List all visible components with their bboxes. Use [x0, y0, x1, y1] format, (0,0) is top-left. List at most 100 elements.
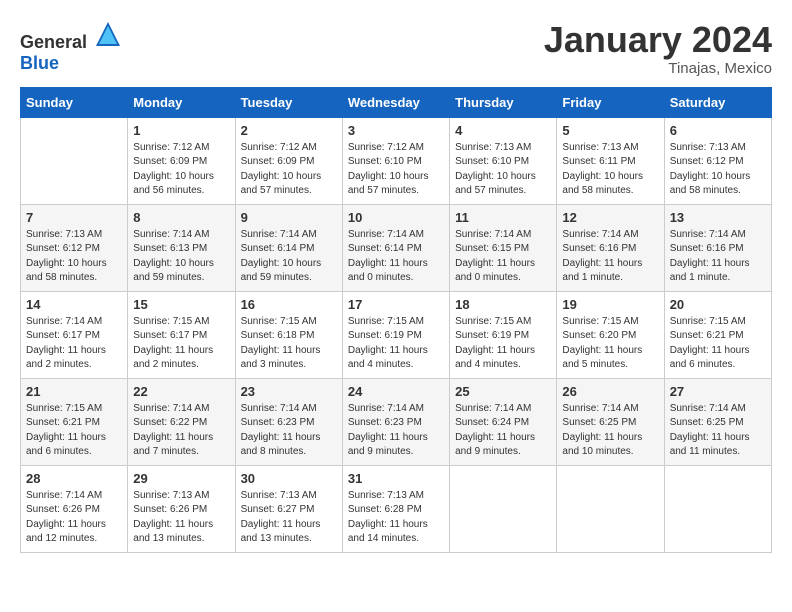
calendar-cell: 15Sunrise: 7:15 AMSunset: 6:17 PMDayligh… [128, 291, 235, 378]
week-row-2: 7 Sunrise: 7:13 AMSunset: 6:12 PMDaylight… [21, 204, 772, 291]
day-number: 26 [562, 384, 658, 399]
day-number: 1 [133, 123, 229, 138]
day-number: 12 [562, 210, 658, 225]
day-number: 13 [670, 210, 766, 225]
day-number: 2 [241, 123, 337, 138]
calendar-cell: 28 Sunrise: 7:14 AMSunset: 6:26 PMDayligh… [21, 465, 128, 552]
calendar-cell: 13 Sunrise: 7:14 AMSunset: 6:16 PMDayligh… [664, 204, 771, 291]
calendar-cell: 27Sunrise: 7:14 AMSunset: 6:25 PMDayligh… [664, 378, 771, 465]
day-header-monday: Monday [128, 87, 235, 117]
day-header-friday: Friday [557, 87, 664, 117]
cell-info: Sunrise: 7:14 AMSunset: 6:25 PMDaylight:… [670, 402, 766, 460]
day-header-tuesday: Tuesday [235, 87, 342, 117]
logo-icon [94, 20, 122, 48]
calendar-cell: 7 Sunrise: 7:13 AMSunset: 6:12 PMDaylight… [21, 204, 128, 291]
cell-info: Sunrise: 7:14 AMSunset: 6:26 PMDaylight:… [26, 489, 122, 547]
calendar-cell: 23 Sunrise: 7:14 AMSunset: 6:23 PMDayligh… [235, 378, 342, 465]
calendar-table: SundayMondayTuesdayWednesdayThursdayFrid… [20, 87, 772, 553]
calendar-cell: 30Sunrise: 7:13 AMSunset: 6:27 PMDayligh… [235, 465, 342, 552]
calendar-cell: 16Sunrise: 7:15 AMSunset: 6:18 PMDayligh… [235, 291, 342, 378]
cell-info: Sunrise: 7:13 AMSunset: 6:12 PMDaylight:… [26, 228, 122, 286]
cell-info: Sunrise: 7:15 AMSunset: 6:21 PMDaylight:… [26, 402, 122, 460]
week-row-4: 21Sunrise: 7:15 AMSunset: 6:21 PMDayligh… [21, 378, 772, 465]
calendar-cell: 2 Sunrise: 7:12 AMSunset: 6:09 PMDaylight… [235, 117, 342, 204]
calendar-cell [450, 465, 557, 552]
cell-info: Sunrise: 7:14 AMSunset: 6:23 PMDaylight:… [241, 402, 337, 460]
cell-info: Sunrise: 7:12 AMSunset: 6:09 PMDaylight:… [241, 141, 337, 199]
calendar-cell: 1 Sunrise: 7:12 AMSunset: 6:09 PMDaylight… [128, 117, 235, 204]
day-header-sunday: Sunday [21, 87, 128, 117]
day-number: 15 [133, 297, 229, 312]
cell-info: Sunrise: 7:13 AMSunset: 6:11 PMDaylight:… [562, 141, 658, 199]
calendar-cell: 17 Sunrise: 7:15 AMSunset: 6:19 PMDayligh… [342, 291, 449, 378]
cell-info: Sunrise: 7:14 AMSunset: 6:16 PMDaylight:… [670, 228, 766, 286]
cell-info: Sunrise: 7:14 AMSunset: 6:25 PMDaylight:… [562, 402, 658, 460]
calendar-cell: 5Sunrise: 7:13 AMSunset: 6:11 PMDaylight… [557, 117, 664, 204]
cell-info: Sunrise: 7:14 AMSunset: 6:14 PMDaylight:… [348, 228, 444, 286]
day-number: 3 [348, 123, 444, 138]
logo-general: General [20, 32, 87, 52]
week-row-3: 14Sunrise: 7:14 AMSunset: 6:17 PMDayligh… [21, 291, 772, 378]
logo: General Blue [20, 20, 122, 74]
day-number: 22 [133, 384, 229, 399]
calendar-cell: 8 Sunrise: 7:14 AMSunset: 6:13 PMDaylight… [128, 204, 235, 291]
week-row-5: 28 Sunrise: 7:14 AMSunset: 6:26 PMDayligh… [21, 465, 772, 552]
cell-info: Sunrise: 7:12 AMSunset: 6:10 PMDaylight:… [348, 141, 444, 199]
week-row-1: 1 Sunrise: 7:12 AMSunset: 6:09 PMDaylight… [21, 117, 772, 204]
day-number: 31 [348, 471, 444, 486]
cell-info: Sunrise: 7:14 AMSunset: 6:15 PMDaylight:… [455, 228, 551, 286]
title-block: January 2024 Tinajas, Mexico [544, 20, 772, 77]
calendar-cell: 21Sunrise: 7:15 AMSunset: 6:21 PMDayligh… [21, 378, 128, 465]
cell-info: Sunrise: 7:13 AMSunset: 6:27 PMDaylight:… [241, 489, 337, 547]
day-number: 25 [455, 384, 551, 399]
calendar-cell: 10 Sunrise: 7:14 AMSunset: 6:14 PMDayligh… [342, 204, 449, 291]
cell-info: Sunrise: 7:13 AMSunset: 6:28 PMDaylight:… [348, 489, 444, 547]
day-number: 7 [26, 210, 122, 225]
header-row: SundayMondayTuesdayWednesdayThursdayFrid… [21, 87, 772, 117]
cell-info: Sunrise: 7:12 AMSunset: 6:09 PMDaylight:… [133, 141, 229, 199]
calendar-cell: 6Sunrise: 7:13 AMSunset: 6:12 PMDaylight… [664, 117, 771, 204]
day-number: 20 [670, 297, 766, 312]
calendar-cell [21, 117, 128, 204]
cell-info: Sunrise: 7:14 AMSunset: 6:22 PMDaylight:… [133, 402, 229, 460]
calendar-cell: 20Sunrise: 7:15 AMSunset: 6:21 PMDayligh… [664, 291, 771, 378]
cell-info: Sunrise: 7:13 AMSunset: 6:26 PMDaylight:… [133, 489, 229, 547]
page-header: General Blue January 2024 Tinajas, Mexic… [20, 20, 772, 77]
calendar-cell: 31 Sunrise: 7:13 AMSunset: 6:28 PMDayligh… [342, 465, 449, 552]
cell-info: Sunrise: 7:15 AMSunset: 6:19 PMDaylight:… [455, 315, 551, 373]
day-number: 8 [133, 210, 229, 225]
cell-info: Sunrise: 7:15 AMSunset: 6:20 PMDaylight:… [562, 315, 658, 373]
cell-info: Sunrise: 7:14 AMSunset: 6:24 PMDaylight:… [455, 402, 551, 460]
cell-info: Sunrise: 7:14 AMSunset: 6:23 PMDaylight:… [348, 402, 444, 460]
day-number: 23 [241, 384, 337, 399]
day-number: 10 [348, 210, 444, 225]
cell-info: Sunrise: 7:15 AMSunset: 6:19 PMDaylight:… [348, 315, 444, 373]
calendar-cell: 11 Sunrise: 7:14 AMSunset: 6:15 PMDayligh… [450, 204, 557, 291]
day-number: 16 [241, 297, 337, 312]
calendar-cell: 22 Sunrise: 7:14 AMSunset: 6:22 PMDayligh… [128, 378, 235, 465]
calendar-cell: 12Sunrise: 7:14 AMSunset: 6:16 PMDayligh… [557, 204, 664, 291]
calendar-cell: 9Sunrise: 7:14 AMSunset: 6:14 PMDaylight… [235, 204, 342, 291]
cell-info: Sunrise: 7:13 AMSunset: 6:12 PMDaylight:… [670, 141, 766, 199]
day-number: 28 [26, 471, 122, 486]
calendar-cell: 24 Sunrise: 7:14 AMSunset: 6:23 PMDayligh… [342, 378, 449, 465]
day-number: 19 [562, 297, 658, 312]
cell-info: Sunrise: 7:14 AMSunset: 6:13 PMDaylight:… [133, 228, 229, 286]
calendar-cell: 19 Sunrise: 7:15 AMSunset: 6:20 PMDayligh… [557, 291, 664, 378]
logo-text: General Blue [20, 20, 122, 74]
day-header-thursday: Thursday [450, 87, 557, 117]
calendar-cell [557, 465, 664, 552]
day-number: 11 [455, 210, 551, 225]
day-header-wednesday: Wednesday [342, 87, 449, 117]
calendar-cell: 18Sunrise: 7:15 AMSunset: 6:19 PMDayligh… [450, 291, 557, 378]
calendar-cell: 3 Sunrise: 7:12 AMSunset: 6:10 PMDaylight… [342, 117, 449, 204]
calendar-cell: 29 Sunrise: 7:13 AMSunset: 6:26 PMDayligh… [128, 465, 235, 552]
day-number: 14 [26, 297, 122, 312]
day-number: 17 [348, 297, 444, 312]
calendar-cell [664, 465, 771, 552]
location-subtitle: Tinajas, Mexico [544, 60, 772, 77]
day-number: 29 [133, 471, 229, 486]
day-number: 4 [455, 123, 551, 138]
calendar-cell: 25 Sunrise: 7:14 AMSunset: 6:24 PMDayligh… [450, 378, 557, 465]
day-number: 24 [348, 384, 444, 399]
